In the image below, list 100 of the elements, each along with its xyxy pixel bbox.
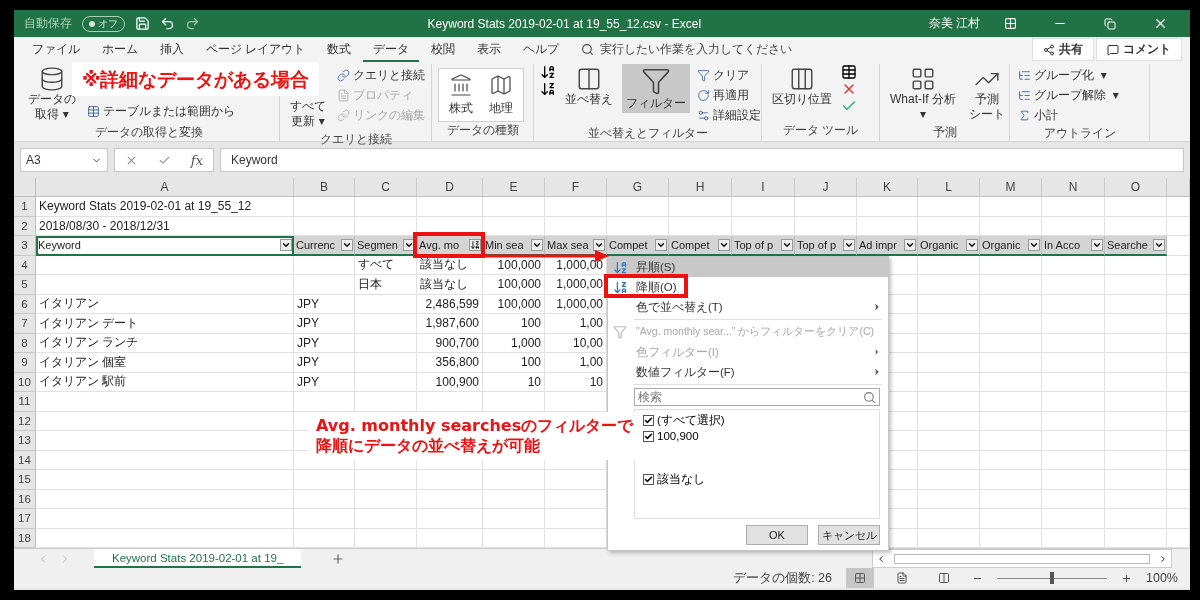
row-number[interactable]: 15	[14, 470, 36, 490]
row-number[interactable]: 1	[14, 197, 36, 217]
sort-descending-icon[interactable]	[540, 81, 556, 97]
filter-dropdown-button[interactable]	[1028, 238, 1040, 251]
dialog-button[interactable]: OK	[746, 525, 808, 545]
ribbon-button[interactable]: What-If 分析 ▾	[886, 64, 960, 124]
zoom-in-icon[interactable]	[1121, 572, 1132, 584]
ribbon-tab[interactable]: 表示	[467, 37, 512, 62]
ribbon-button[interactable]: すべて 更新 ▾	[286, 98, 330, 131]
ribbon-button[interactable]: テーブルまたは範囲から	[85, 102, 237, 121]
ribbon-tab[interactable]: 校閲	[421, 37, 466, 62]
filter-dropdown-button[interactable]	[655, 238, 667, 251]
filter-dropdown-button[interactable]	[843, 238, 855, 251]
sheet-tab[interactable]: Keyword Stats 2019-02-01 at 19_	[94, 549, 302, 568]
row-number[interactable]: 3	[14, 236, 36, 256]
column-letter[interactable]: M	[980, 178, 1042, 197]
ribbon-tab[interactable]: ヘルプ	[513, 37, 570, 62]
filter-dropdown-button[interactable]	[966, 238, 978, 251]
ribbon-button[interactable]: 再適用	[695, 86, 763, 105]
column-letter[interactable]: I	[732, 178, 795, 197]
ribbon-button[interactable]: フィルター	[622, 64, 690, 113]
scrollbar-thumb[interactable]	[894, 553, 1150, 564]
column-letter[interactable]: E	[483, 178, 545, 197]
scroll-right-icon[interactable]	[1158, 553, 1168, 564]
ribbon-button[interactable]: 詳細設定	[695, 106, 763, 125]
filter-dropdown-button[interactable]	[781, 238, 793, 251]
search-field[interactable]: 検索	[634, 388, 880, 406]
row-number[interactable]: 13	[14, 431, 36, 451]
filter-dropdown-button[interactable]	[1091, 238, 1103, 251]
save-icon[interactable]	[135, 16, 150, 31]
column-letter[interactable]: G	[607, 178, 669, 197]
filter-dropdown-button[interactable]	[904, 238, 916, 251]
ribbon-button[interactable]: グループ解除 ▾	[1016, 86, 1121, 105]
row-number[interactable]: 17	[14, 509, 36, 529]
share-button[interactable]: 共有	[1032, 38, 1094, 61]
ribbon-tab[interactable]: 数式	[317, 37, 362, 62]
row-number[interactable]: 6	[14, 294, 36, 314]
ribbon-button[interactable]: 小計	[1016, 106, 1121, 125]
column-letter[interactable]: C	[355, 178, 417, 197]
row-number[interactable]: 5	[14, 275, 36, 295]
ribbon-button[interactable]: 予測 シート	[965, 64, 1009, 124]
comment-button[interactable]: コメント	[1096, 38, 1182, 61]
row-number[interactable]: 14	[14, 450, 36, 470]
redo-icon[interactable]	[185, 16, 200, 31]
dialog-button[interactable]: キャンセル	[818, 525, 880, 545]
filter-dropdown-button[interactable]	[593, 238, 605, 251]
column-letter[interactable]: J	[795, 178, 857, 197]
checkbox[interactable]	[643, 415, 654, 426]
menu-item[interactable]: 数値フィルター(F)	[608, 362, 888, 382]
column-letter[interactable]: D	[417, 178, 483, 197]
filter-dropdown-button[interactable]	[469, 238, 481, 251]
column-letter[interactable]: K	[857, 178, 918, 197]
row-number[interactable]: 12	[14, 411, 36, 431]
ribbon-button[interactable]: 並べ替え	[561, 64, 617, 109]
menu-item[interactable]: 降順(O)	[608, 277, 888, 297]
column-letter[interactable]: A	[36, 178, 294, 197]
filter-dropdown-button[interactable]	[280, 238, 292, 251]
name-box[interactable]: A3	[20, 148, 108, 172]
row-number[interactable]: 2	[14, 216, 36, 236]
row-number[interactable]: 8	[14, 333, 36, 353]
ribbon-tab[interactable]: ファイル	[22, 37, 90, 62]
insert-function-button[interactable]: fx	[190, 152, 203, 168]
view-button[interactable]	[846, 568, 874, 588]
row-number[interactable]: 9	[14, 353, 36, 373]
row-number[interactable]: 10	[14, 372, 36, 392]
ribbon-tab[interactable]: ページ レイアウト	[196, 37, 316, 62]
ribbon-tab[interactable]: ホーム	[92, 37, 148, 62]
undo-icon[interactable]	[160, 16, 175, 31]
gallery-item[interactable]: 地理	[485, 71, 517, 119]
filter-dropdown-button[interactable]	[531, 238, 543, 251]
column-letter[interactable]: L	[918, 178, 980, 197]
row-number[interactable]: 4	[14, 255, 36, 275]
column-letter[interactable]: O	[1105, 178, 1167, 197]
ribbon-button[interactable]: クリア	[695, 66, 763, 85]
row-number[interactable]: 11	[14, 392, 36, 412]
column-letter[interactable]: N	[1042, 178, 1105, 197]
row-number[interactable]: 7	[14, 314, 36, 334]
column-letter[interactable]: H	[669, 178, 732, 197]
row-number[interactable]: 16	[14, 489, 36, 509]
menu-item[interactable]: 色で並べ替え(T)	[608, 297, 888, 317]
filter-dropdown-button[interactable]	[341, 238, 353, 251]
tell-me-field[interactable]: 実行したい作業を入力してください	[600, 41, 793, 58]
menu-item[interactable]: 昇順(S)	[608, 257, 888, 277]
row-number[interactable]: 18	[14, 528, 36, 548]
table-icon[interactable]	[841, 64, 857, 80]
ribbon-button[interactable]: クエリと接続	[335, 66, 427, 85]
checkbox[interactable]	[643, 430, 654, 442]
sort-ascending-icon[interactable]	[540, 64, 556, 80]
column-letter[interactable]: B	[294, 178, 355, 197]
gallery-item[interactable]: 株式	[445, 71, 477, 119]
ribbon-button[interactable]: グループ化 ▾	[1016, 66, 1121, 85]
horizontal-scrollbar[interactable]	[872, 549, 1172, 568]
filter-dropdown-button[interactable]	[1153, 238, 1165, 251]
ribbon-button[interactable]: データの 取得 ▾	[24, 64, 80, 124]
ribbon-button[interactable]: 区切り位置	[768, 64, 836, 109]
column-letter[interactable]: F	[545, 178, 607, 197]
formula-field[interactable]: Keyword	[220, 148, 1184, 172]
ribbon-tab[interactable]: 挿入	[150, 37, 194, 62]
checkbox[interactable]	[643, 474, 654, 485]
filter-dropdown-button[interactable]	[718, 238, 730, 251]
